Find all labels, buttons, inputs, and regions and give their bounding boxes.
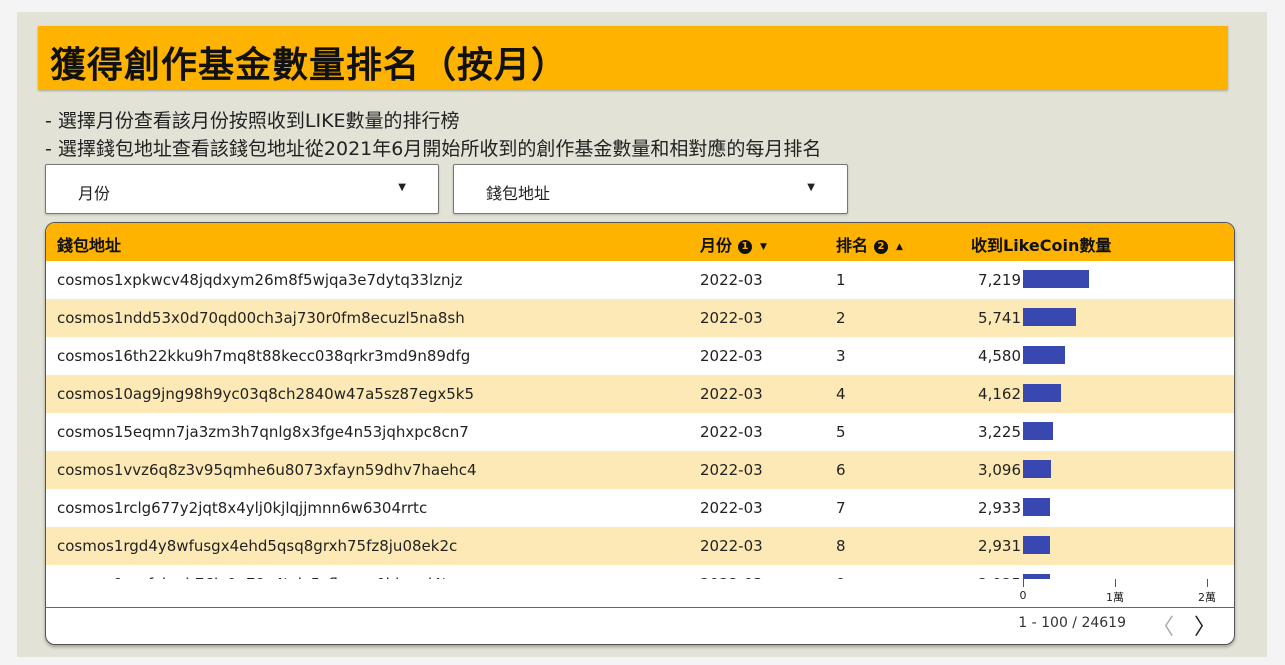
axis-tick-label: 1萬 (1106, 591, 1124, 604)
table-body[interactable]: cosmos1xpkwcv48jqdxym26m8f5wjqa3e7dytq33… (46, 261, 1234, 579)
month-cell: 2022-03 (700, 309, 763, 327)
rank-cell: 6 (836, 461, 846, 479)
rank-cell: 5 (836, 423, 846, 441)
table-row[interactable]: cosmos10ag9jng98h9yc03q8ch2840w47a5sz87e… (46, 375, 1234, 413)
ranking-table: 錢包地址 月份 1 ▼ 排名 2 ▲ 收到LikeCoin數量 cosmos1xpkwc… (45, 222, 1235, 645)
month-cell: 2022-03 (700, 499, 763, 517)
rank-cell: 1 (836, 271, 846, 289)
table-row[interactable]: cosmos1ssyfxkmh76jy0q79y4tcly5cflvmm0hjs… (46, 565, 1234, 579)
axis-tick (1207, 579, 1208, 587)
wallet-cell: cosmos1ndd53x0d70qd00ch3aj730r0fm8ecuzl5… (57, 309, 465, 327)
month-cell: 2022-03 (700, 461, 763, 479)
bar-axis: 0 1萬 2萬 (1019, 579, 1216, 607)
table-row[interactable]: cosmos1vvz6q8z3v95qmhe6u8073xfayn59dhv7h… (46, 451, 1234, 489)
next-page-button[interactable]: 〉 (1194, 609, 1216, 641)
table-row[interactable]: cosmos16th22kku9h7mq8t88kecc038qrkr3md9n… (46, 337, 1234, 375)
header-wallet[interactable]: 錢包地址 (57, 232, 121, 256)
amount-bar (1023, 384, 1061, 402)
table-row[interactable]: cosmos1rclg677y2jqt8x4ylj0kjlqjjmnn6w630… (46, 489, 1234, 527)
title-banner: 獲得創作基金數量排名（按月） (38, 26, 1228, 90)
table-row[interactable]: cosmos15eqmn7ja3zm3h7qnlg8x3fge4n53jqhxp… (46, 413, 1234, 451)
report-canvas: 獲得創作基金數量排名（按月） - 選擇月份查看該月份按照收到LIKE數量的排行榜… (17, 12, 1267, 657)
header-amount-label: 收到LikeCoin數量 (971, 236, 1112, 255)
wallet-cell: cosmos15eqmn7ja3zm3h7qnlg8x3fge4n53jqhxp… (57, 423, 469, 441)
wallet-cell: cosmos1xpkwcv48jqdxym26m8f5wjqa3e7dytq33… (57, 271, 463, 289)
amount-cell: 7,219 (978, 271, 1021, 289)
amount-cell: 2,925 (966, 575, 1021, 579)
rank-cell: 8 (836, 537, 846, 555)
amount-bar (1023, 536, 1050, 554)
wallet-cell: cosmos1rgd4y8wfusgx4ehd5qsq8grxh75fz8ju0… (57, 537, 458, 555)
amount-cell: 3,096 (978, 461, 1021, 479)
month-cell: 2022-03 (700, 385, 763, 403)
description-line-1: - 選擇月份查看該月份按照收到LIKE數量的排行榜 (45, 110, 460, 132)
amount-cell: 3,225 (978, 423, 1021, 441)
wallet-cell: cosmos1rclg677y2jqt8x4ylj0kjlqjjmnn6w630… (57, 499, 428, 517)
amount-bar (1023, 498, 1050, 516)
table-row[interactable]: cosmos1ndd53x0d70qd00ch3aj730r0fm8ecuzl5… (46, 299, 1234, 337)
info-icon[interactable]: 1 (738, 239, 753, 254)
wallet-filter-label: 錢包地址 (486, 184, 551, 203)
sort-asc-icon: ▲ (896, 241, 903, 252)
amount-bar (1023, 346, 1065, 364)
header-rank-label: 排名 (836, 236, 869, 255)
header-wallet-label: 錢包地址 (57, 236, 122, 255)
footer-divider (46, 607, 1234, 608)
amount-cell: 4,162 (978, 385, 1021, 403)
info-icon[interactable]: 2 (874, 239, 889, 254)
header-amount[interactable]: 收到LikeCoin數量 (971, 232, 1111, 256)
table-row[interactable]: cosmos1rgd4y8wfusgx4ehd5qsq8grxh75fz8ju0… (46, 527, 1234, 565)
rank-cell: 9 (836, 575, 846, 579)
amount-cell: 4,580 (978, 347, 1021, 365)
sort-desc-icon: ▼ (760, 241, 767, 252)
wallet-cell: cosmos16th22kku9h7mq8t88kecc038qrkr3md9n… (57, 347, 471, 365)
description-line-2: - 選擇錢包地址查看該錢包地址從2021年6月開始所收到的創作基金數量和相對應的… (45, 138, 822, 160)
header-month[interactable]: 月份 1 ▼ (700, 232, 767, 256)
amount-bar (1023, 460, 1051, 478)
wallet-cell: cosmos10ag9jng98h9yc03q8ch2840w47a5sz87e… (57, 385, 474, 403)
month-cell: 2022-03 (700, 575, 763, 579)
table-row[interactable]: cosmos1xpkwcv48jqdxym26m8f5wjqa3e7dytq33… (46, 261, 1234, 299)
rank-cell: 2 (836, 309, 846, 327)
amount-bar (1023, 270, 1089, 288)
month-cell: 2022-03 (700, 423, 763, 441)
chevron-down-icon: ▼ (398, 182, 406, 193)
axis-tick-label: 0 (1019, 589, 1027, 602)
wallet-filter-dropdown[interactable]: 錢包地址 ▼ (453, 164, 848, 214)
month-cell: 2022-03 (700, 347, 763, 365)
header-rank[interactable]: 排名 2 ▲ (836, 232, 903, 256)
prev-page-button[interactable]: 〈 (1152, 609, 1174, 641)
axis-tick (1023, 579, 1024, 587)
month-cell: 2022-03 (700, 537, 763, 555)
rank-cell: 4 (836, 385, 846, 403)
axis-tick-label: 2萬 (1198, 591, 1216, 604)
axis-tick (1115, 579, 1116, 587)
pagination-text: 1 - 100 / 24619 (1018, 615, 1126, 631)
amount-bar (1023, 422, 1053, 440)
header-month-label: 月份 (700, 236, 733, 255)
chevron-down-icon: ▼ (807, 182, 815, 193)
wallet-cell: cosmos1ssyfxkmh76jy0q79y4tcly5cflvmm0hjs… (57, 575, 447, 579)
amount-cell: 5,741 (978, 309, 1021, 327)
rank-cell: 7 (836, 499, 846, 517)
month-filter-label: 月份 (78, 184, 111, 203)
rank-cell: 3 (836, 347, 846, 365)
wallet-cell: cosmos1vvz6q8z3v95qmhe6u8073xfayn59dhv7h… (57, 461, 477, 479)
amount-bar (1023, 308, 1076, 326)
table-header: 錢包地址 月份 1 ▼ 排名 2 ▲ 收到LikeCoin數量 (46, 223, 1234, 261)
month-cell: 2022-03 (700, 271, 763, 289)
amount-cell: 2,933 (978, 499, 1021, 517)
amount-cell: 2,931 (978, 537, 1021, 555)
page-title: 獲得創作基金數量排名（按月） (50, 45, 569, 86)
month-filter-dropdown[interactable]: 月份 ▼ (45, 164, 439, 214)
